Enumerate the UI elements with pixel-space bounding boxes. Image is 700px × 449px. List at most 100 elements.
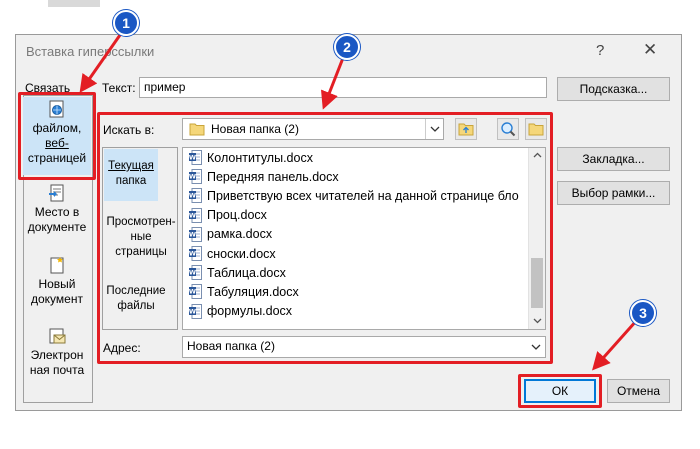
file-name: Передняя панель.docx bbox=[207, 169, 339, 184]
web-search-icon bbox=[501, 122, 516, 137]
svg-text:W: W bbox=[189, 173, 196, 181]
file-name: Табуляция.docx bbox=[207, 284, 299, 299]
nav-item-place-in-document[interactable]: Место в документе bbox=[23, 184, 91, 236]
nav-item-label-line: файлом, bbox=[32, 121, 82, 135]
sub-nav-label-line: Просмотрен- bbox=[106, 216, 176, 228]
cancel-button[interactable]: Отмена bbox=[607, 379, 670, 403]
file-row[interactable]: W Приветствую всех читателей на данной ст… bbox=[189, 186, 519, 205]
sub-nav-label-line: ные bbox=[130, 231, 152, 243]
email-icon bbox=[49, 328, 66, 344]
nav-item-label-line: документе bbox=[27, 220, 87, 234]
nav-item-email[interactable]: Электрон ная почта bbox=[23, 327, 91, 379]
file-list[interactable]: W Колонтитулы.docx W Передняя панель.docx W П… bbox=[182, 147, 546, 330]
folder-icon bbox=[189, 123, 205, 136]
file-name: рамка.docx bbox=[207, 227, 273, 242]
text-to-display-input[interactable]: пример bbox=[139, 77, 547, 98]
svg-text:W: W bbox=[189, 307, 196, 315]
folder-up-icon bbox=[458, 123, 474, 136]
word-document-icon: W bbox=[189, 150, 202, 165]
svg-text:W: W bbox=[189, 230, 196, 238]
nav-recent-files[interactable]: Последние файлы bbox=[100, 284, 172, 318]
svg-text:W: W bbox=[189, 250, 196, 258]
nav-item-file-web-page[interactable]: файлом, веб- страницей bbox=[23, 97, 91, 175]
look-in-label: Искать в: bbox=[103, 123, 155, 137]
file-name: Таблица.docx bbox=[207, 265, 286, 280]
open-folder-icon bbox=[528, 123, 544, 136]
screentip-button[interactable]: Подсказка... bbox=[557, 77, 670, 101]
text-label: Текст: bbox=[102, 81, 136, 95]
nav-item-label-line: документ bbox=[31, 292, 83, 306]
sub-nav-label-line: папка bbox=[115, 175, 147, 187]
sub-nav-label-line: Последние bbox=[106, 285, 166, 297]
nav-item-label-line: страницей bbox=[27, 151, 87, 165]
svg-text:W: W bbox=[189, 192, 196, 200]
look-in-value: Новая папка (2) bbox=[211, 122, 299, 136]
target-frame-button[interactable]: Выбор рамки... bbox=[557, 181, 670, 205]
word-document-icon: W bbox=[189, 188, 202, 204]
ok-button[interactable]: ОК bbox=[524, 379, 596, 403]
word-document-icon: W bbox=[189, 246, 202, 261]
text-label-text: Текст: bbox=[102, 81, 136, 95]
bookmark-button[interactable]: Закладка... bbox=[557, 147, 670, 171]
document-place-icon bbox=[49, 184, 64, 202]
close-button[interactable]: ✕ bbox=[643, 40, 657, 60]
scrollbar-thumb[interactable] bbox=[531, 258, 543, 308]
word-document-icon: W bbox=[189, 169, 202, 185]
address-label: Адрес: bbox=[103, 341, 141, 355]
word-document-icon: W bbox=[189, 303, 202, 319]
chevron-down-icon bbox=[430, 126, 439, 132]
file-row[interactable]: W Передняя панель.docx bbox=[189, 167, 339, 186]
dialog-title: Вставка гиперссылки bbox=[26, 44, 155, 59]
globe-file-icon bbox=[49, 100, 64, 118]
svg-text:W: W bbox=[189, 269, 196, 277]
file-row[interactable]: Wсноски.docx bbox=[189, 244, 276, 263]
look-in-dropdown-arrow[interactable] bbox=[425, 119, 443, 139]
word-document-icon: W bbox=[189, 284, 202, 300]
browse-file-button[interactable] bbox=[525, 118, 547, 140]
file-row[interactable]: W Табуляция.docx bbox=[189, 282, 299, 301]
nav-item-label-line: Место в bbox=[34, 205, 80, 219]
nav-item-label-line: Электрон bbox=[30, 348, 84, 362]
file-name: формулы.docx bbox=[207, 304, 293, 319]
nav-item-label-line: ная почта bbox=[29, 363, 85, 377]
scroll-up-icon[interactable] bbox=[533, 152, 542, 158]
scroll-down-icon[interactable] bbox=[533, 318, 542, 324]
file-row[interactable]: W Таблица.docx bbox=[189, 263, 286, 282]
address-value: Новая папка (2) bbox=[187, 339, 275, 353]
address-dropdown-arrow[interactable] bbox=[527, 337, 545, 357]
nav-current-folder[interactable]: Текущая папка bbox=[104, 149, 158, 201]
file-row[interactable]: Wформулы.docx bbox=[189, 302, 292, 321]
look-in-dropdown[interactable]: Новая папка (2) bbox=[182, 118, 444, 140]
file-row[interactable]: Wрамка.docx bbox=[189, 225, 272, 244]
word-document-icon: W bbox=[189, 265, 202, 281]
new-document-icon bbox=[50, 257, 64, 274]
file-name: Колонтитулы.docx bbox=[207, 150, 313, 165]
sub-nav-label-line: страницы bbox=[115, 246, 167, 258]
nav-browsed-pages[interactable]: Просмотрен- ные страницы bbox=[100, 215, 182, 263]
word-document-icon: W bbox=[189, 207, 202, 223]
browse-web-button[interactable] bbox=[497, 118, 519, 140]
svg-text:W: W bbox=[189, 154, 196, 162]
nav-item-label-line: Новый bbox=[38, 277, 76, 291]
nav-item-new-document[interactable]: Новый документ bbox=[23, 256, 91, 308]
file-name: сноски.docx bbox=[207, 246, 276, 261]
address-input[interactable]: Новая папка (2) bbox=[182, 336, 546, 358]
up-one-folder-button[interactable] bbox=[455, 118, 477, 140]
svg-text:W: W bbox=[189, 211, 196, 219]
sub-nav-label-line: Текущая bbox=[108, 160, 154, 172]
file-row[interactable]: W Проц.docx bbox=[189, 206, 267, 225]
help-button[interactable]: ? bbox=[596, 42, 604, 59]
word-document-icon: W bbox=[189, 226, 202, 242]
step-marker-1: 1 bbox=[113, 10, 139, 36]
vertical-scrollbar[interactable] bbox=[528, 148, 545, 329]
svg-text:W: W bbox=[189, 288, 196, 296]
chevron-down-icon bbox=[531, 344, 541, 350]
step-marker-3: 3 bbox=[630, 300, 656, 326]
sub-nav-label-line: файлы bbox=[117, 300, 155, 312]
file-row[interactable]: W Колонтитулы.docx bbox=[189, 148, 313, 167]
file-name: Приветствую всех читателей на данной стр… bbox=[207, 188, 519, 203]
top-gray-strip bbox=[48, 0, 100, 7]
step-marker-2: 2 bbox=[334, 34, 360, 60]
file-name: Проц.docx bbox=[207, 208, 267, 223]
nav-item-label-line: веб- bbox=[45, 136, 69, 150]
